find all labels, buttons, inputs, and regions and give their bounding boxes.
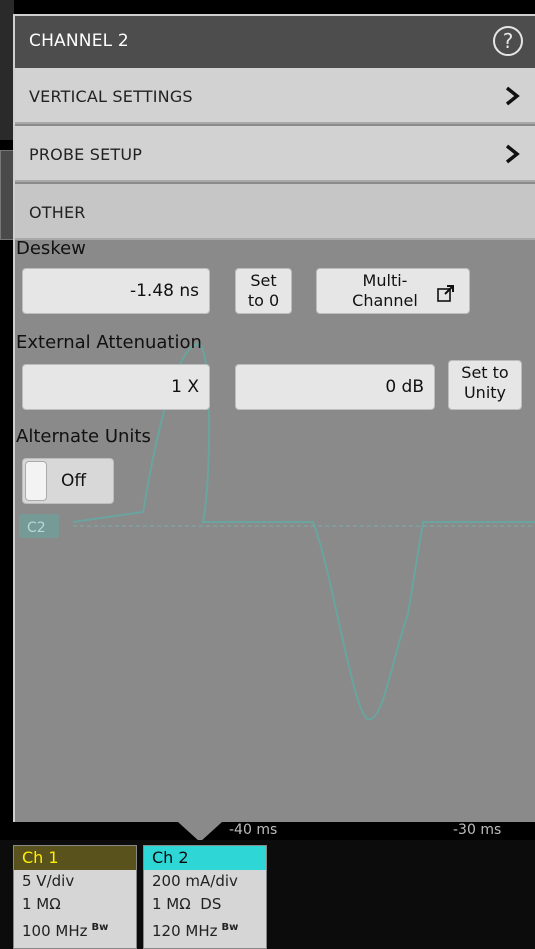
vertical-settings-row[interactable]: VERTICAL SETTINGS: [15, 68, 535, 124]
ch2-bandwidth-line: 120 MHz Bw: [144, 916, 266, 943]
help-icon[interactable]: ?: [493, 26, 523, 56]
set-to-unity-button[interactable]: Set to Unity: [448, 360, 522, 410]
ch2-impedance: 1 MΩ: [152, 895, 191, 913]
background-panel: [0, 0, 14, 140]
probe-setup-row[interactable]: PROBE SETUP: [15, 126, 535, 182]
ch2-ds: DS: [200, 895, 222, 913]
external-attenuation-label: External Attenuation: [16, 332, 202, 353]
external-link-icon: [437, 285, 454, 302]
panel-header: CHANNEL 2 ?: [15, 16, 535, 68]
alternate-units-label: Alternate Units: [16, 426, 151, 447]
set-zero-line2: to 0: [247, 291, 280, 310]
set-to-zero-button[interactable]: Set to 0: [235, 268, 292, 314]
ch1-bandwidth: 100 MHz: [22, 922, 88, 940]
deskew-input[interactable]: -1.48 ns: [22, 268, 210, 314]
attenuation-db-input[interactable]: 0 dB: [235, 364, 435, 410]
chevron-right-icon: [505, 86, 520, 106]
multi-channel-text: Multi- Channel: [345, 271, 425, 311]
toggle-knob[interactable]: [25, 461, 47, 501]
channel-1-badge[interactable]: Ch 1 5 V/div 1 MΩ 100 MHz Bw: [13, 845, 137, 949]
ch2-name: Ch 2: [144, 846, 266, 870]
unity-line1: Set to: [461, 363, 509, 382]
deskew-label: Deskew: [16, 238, 86, 259]
channel-2-badge[interactable]: Ch 2 200 mA/div 1 MΩ DS 120 MHz Bw: [143, 845, 267, 949]
panel-title: CHANNEL 2: [29, 31, 129, 51]
multi-line2: Channel: [352, 291, 418, 310]
channel-settings-panel: CHANNEL 2 ? VERTICAL SETTINGS PROBE SETU…: [13, 14, 535, 822]
chevron-right-icon: [505, 144, 520, 164]
vertical-settings-label: VERTICAL SETTINGS: [29, 87, 193, 106]
set-zero-line1: Set: [250, 271, 277, 290]
panel-pointer: [178, 822, 222, 842]
ch1-scale: 5 V/div: [22, 872, 75, 890]
ch2-bandwidth: 120 MHz: [152, 922, 218, 940]
background-panel-fragment: [0, 150, 14, 240]
ch1-impedance: 1 MΩ: [22, 895, 61, 913]
bandwidth-limit-icon: Bw: [91, 922, 109, 933]
bandwidth-limit-icon: Bw: [221, 922, 239, 933]
ch2-impedance-line: 1 MΩ DS: [144, 893, 266, 916]
other-section-label: OTHER: [29, 203, 86, 222]
unity-line2: Unity: [463, 383, 507, 402]
attenuation-factor-input[interactable]: 1 X: [22, 364, 210, 410]
multi-channel-button[interactable]: Multi- Channel: [316, 268, 470, 314]
probe-setup-label: PROBE SETUP: [29, 145, 143, 164]
ch2-scale: 200 mA/div: [152, 872, 238, 890]
other-section-row[interactable]: OTHER: [15, 184, 535, 240]
ch1-bandwidth-line: 100 MHz Bw: [14, 916, 136, 943]
time-label-left: -40 ms: [229, 822, 278, 838]
alternate-units-toggle[interactable]: Off: [22, 458, 114, 504]
multi-line1: Multi-: [362, 271, 408, 290]
ch1-name: Ch 1: [14, 846, 136, 870]
toggle-state: Off: [61, 471, 87, 491]
timebase-strip: -40 ms -30 ms: [13, 822, 535, 840]
time-label-right: -30 ms: [453, 822, 502, 838]
